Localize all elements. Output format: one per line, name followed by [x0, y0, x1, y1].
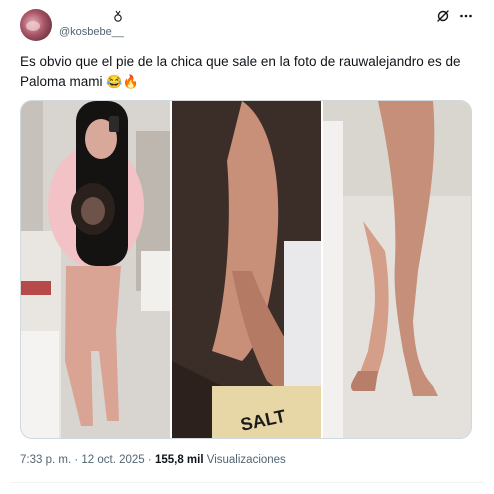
meta-separator-2: ·: [147, 454, 152, 466]
tweet-meta: 7:33 p. m. · 12 oct. 2025 · 155,8 mil Vi…: [20, 454, 286, 466]
avatar[interactable]: [20, 9, 52, 41]
photo-mirror-selfie[interactable]: [21, 101, 171, 438]
grok-icon[interactable]: [436, 9, 450, 23]
verified-icon: [114, 10, 122, 22]
meta-separator: ·: [74, 454, 79, 466]
tweet-time[interactable]: 7:33 p. m.: [20, 454, 71, 466]
tweet-emojis: 😂🔥: [106, 74, 139, 89]
photo-foot-closeup[interactable]: SALT: [172, 101, 321, 438]
photo-legs-closeup-art: [322, 101, 471, 438]
user-handle[interactable]: @kosbebe__: [59, 26, 124, 38]
tweet-body: Es obvio que el pie de la chica que sale…: [20, 54, 461, 89]
photo-legs-closeup[interactable]: [322, 101, 471, 438]
photo-foot-closeup-art: SALT: [172, 101, 321, 438]
photo-mirror-selfie-art: [21, 101, 171, 438]
tweet-date[interactable]: 12 oct. 2025: [81, 454, 144, 466]
views-label: Visualizaciones: [206, 454, 286, 466]
divider: [10, 482, 484, 483]
more-icon[interactable]: [459, 9, 473, 23]
views-count: 155,8 mil: [154, 454, 204, 466]
tweet-card: @kosbebe__ Es obvio que el pie de la chi…: [0, 0, 494, 494]
media-grid: SALT: [20, 100, 472, 439]
tweet-text: Es obvio que el pie de la chica que sale…: [20, 52, 478, 92]
